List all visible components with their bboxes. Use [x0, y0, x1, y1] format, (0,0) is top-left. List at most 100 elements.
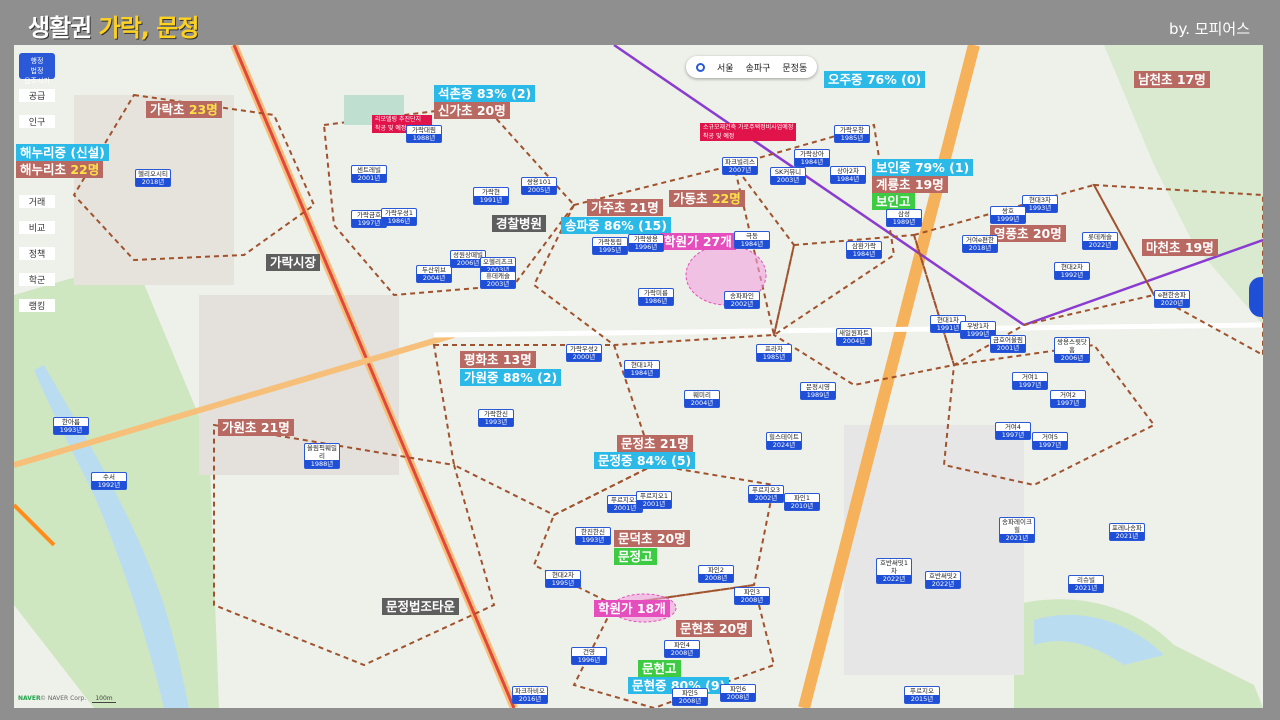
apt-year: 1997년 — [1033, 441, 1067, 449]
apartment-marker[interactable]: 휴데캐슬 2003년 — [480, 271, 516, 289]
apartment-marker[interactable]: 쌍호 1999년 — [990, 206, 1026, 224]
apartment-marker[interactable]: 파인3 2008년 — [734, 587, 770, 605]
side-ctrl-trade[interactable]: 거래 — [19, 195, 55, 208]
apartment-marker[interactable]: 호반써밋2 2022년 — [925, 571, 961, 589]
apartment-marker[interactable]: 파크빌리스 2007년 — [722, 157, 758, 175]
apartment-marker[interactable]: e편한송파 2020년 — [1154, 290, 1190, 308]
apartment-marker[interactable]: 리슈빌 2021년 — [1068, 575, 1104, 593]
map-type-toggle[interactable]: 행정 법정 읍주시기 — [19, 53, 55, 85]
location-target-icon[interactable] — [696, 62, 705, 72]
apartment-marker[interactable]: 거여4 1997년 — [995, 422, 1031, 440]
apt-name: 훼미리 — [693, 391, 711, 399]
apartment-marker[interactable]: 파인5 2008년 — [672, 688, 708, 706]
apartment-marker[interactable]: 상아2차 1984년 — [830, 166, 866, 184]
apartment-marker[interactable]: 푸르지오1 2001년 — [636, 491, 672, 509]
label-garak-market: 가락시장 — [266, 254, 321, 271]
apartment-marker[interactable]: 한진한신 1993년 — [575, 527, 611, 545]
apartment-marker[interactable]: 가락상아 1984년 — [794, 149, 830, 167]
map-canvas[interactable]: 행정 법정 읍주시기 공급 인구 거래 비교 정책 학군 랭킹 서울 송파구 문… — [14, 45, 1263, 708]
label-boin-high: 보인고 — [872, 193, 915, 210]
apartment-marker[interactable]: 새일원파트 2004년 — [836, 328, 872, 346]
breadcrumb-dong[interactable]: 문정동 — [782, 61, 807, 74]
apartment-marker[interactable]: 힐스테이트 2024년 — [766, 432, 802, 450]
apartment-marker[interactable]: 거여1 1997년 — [1012, 372, 1048, 390]
apt-year: 2024년 — [767, 441, 801, 449]
apartment-marker[interactable]: 푸르지오3 2002년 — [748, 485, 784, 503]
apt-year: 2010년 — [785, 502, 819, 510]
apartment-marker[interactable]: 쌍용스윗닷홈 2006년 — [1054, 337, 1090, 363]
apt-name: 오헬리츠크 — [483, 258, 513, 266]
garak-elem-count: 23명 — [188, 102, 218, 117]
apt-year: 2008년 — [721, 693, 755, 701]
apt-year: 2003년 — [771, 176, 805, 184]
apartment-marker[interactable]: 현대2차 1992년 — [1054, 262, 1090, 280]
location-button-icon[interactable] — [1249, 277, 1263, 317]
apartment-marker[interactable]: 프라자 1985년 — [756, 344, 792, 362]
apartment-marker[interactable]: 극동 1984년 — [734, 231, 770, 249]
apartment-marker[interactable]: 가락한신 1993년 — [478, 409, 514, 427]
side-ctrl-policy[interactable]: 정책 — [19, 247, 55, 260]
label-academy-18: 학원가 18개 — [594, 600, 670, 617]
apartment-marker[interactable]: 호반써밋1차 2022년 — [876, 558, 912, 584]
apartment-marker[interactable]: 수서 1992년 — [91, 472, 127, 490]
apartment-marker[interactable]: 한아름 1993년 — [53, 417, 89, 435]
apartment-marker[interactable]: 파인6 2008년 — [720, 684, 756, 702]
apartment-marker[interactable]: 현대2차 1995년 — [545, 570, 581, 588]
apartment-marker[interactable]: SK커뮤니 2003년 — [770, 167, 806, 185]
apartment-marker[interactable]: 가락우성1 1986년 — [381, 208, 417, 226]
label-gyeryong-elementary: 계룡초 19명 — [872, 176, 948, 193]
apartment-marker[interactable]: 송파파인 2002년 — [724, 291, 760, 309]
apartment-marker[interactable]: 삼성 1989년 — [886, 209, 922, 227]
apartment-marker[interactable]: 가락미륭 1986년 — [638, 288, 674, 306]
apartment-marker[interactable]: 현대1차 1984년 — [624, 360, 660, 378]
apt-name: 삼성 — [898, 210, 910, 218]
apartment-marker[interactable]: 거여e편한 2018년 — [962, 235, 998, 253]
apartment-marker[interactable]: 헬리오시티 2018년 — [135, 169, 171, 187]
apartment-marker[interactable]: 금호어울림 2001년 — [990, 335, 1026, 353]
apartment-marker[interactable]: 두산위브 2004년 — [416, 265, 452, 283]
apt-name: 호반써밋1차 — [879, 559, 909, 575]
apt-name: 한아름 — [62, 418, 80, 426]
region-breadcrumb[interactable]: 서울 송파구 문정동 — [686, 56, 818, 78]
breadcrumb-district[interactable]: 송파구 — [746, 61, 771, 74]
apartment-marker[interactable]: 훼미리 2004년 — [684, 390, 720, 408]
apartment-marker[interactable]: 가락동립 1995년 — [592, 237, 628, 255]
label-academy-27: 학원가 27개 — [660, 233, 736, 250]
apt-name: 가락쌍용 — [634, 235, 658, 243]
apartment-marker[interactable]: 가락우창 1985년 — [834, 125, 870, 143]
byline: by. 모피어스 — [1169, 20, 1250, 38]
apartment-marker[interactable]: 파인2 2008년 — [698, 565, 734, 583]
apartment-marker[interactable]: 파인1 2010년 — [784, 493, 820, 511]
side-ctrl-population[interactable]: 인구 — [19, 115, 55, 128]
apartment-marker[interactable]: 거여5 1997년 — [1032, 432, 1068, 450]
side-ctrl-school[interactable]: 학군 — [19, 273, 55, 286]
apartment-marker[interactable]: 삼환가락 1984년 — [846, 241, 882, 259]
apartment-marker[interactable]: 가락우성2 2000년 — [566, 344, 602, 362]
apartment-marker[interactable]: 건영 1996년 — [571, 647, 607, 665]
apartment-marker[interactable]: 푸르지오 2015년 — [904, 686, 940, 704]
apartment-marker[interactable]: 쌍용101 2005년 — [521, 177, 557, 195]
apt-name: 파크빌리스 — [725, 158, 755, 166]
side-ctrl-supply[interactable]: 공급 — [19, 89, 55, 102]
apt-name: 파인1 — [793, 494, 811, 502]
apartment-marker[interactable]: 거여2 1997년 — [1050, 390, 1086, 408]
breadcrumb-city[interactable]: 서울 — [717, 61, 734, 74]
apartment-marker[interactable]: 센트레빌 2001년 — [351, 165, 387, 183]
apartment-marker[interactable]: 문정시영 1989년 — [800, 382, 836, 400]
apartment-marker[interactable]: 올림픽훼밀리 1988년 — [304, 443, 340, 469]
apartment-marker[interactable]: 파크하비오 2016년 — [512, 686, 548, 704]
apt-name: 문정시영 — [806, 383, 830, 391]
side-ctrl-ranking[interactable]: 랭킹 — [19, 299, 55, 312]
apartment-marker[interactable]: 가락쌍용 1996년 — [628, 234, 664, 252]
side-ctrl-compare[interactable]: 비교 — [19, 221, 55, 234]
apartment-marker[interactable]: 롯데캐슬 2022년 — [1082, 232, 1118, 250]
apartment-marker[interactable]: 파인4 2008년 — [664, 640, 700, 658]
apt-year: 1992년 — [1055, 271, 1089, 279]
apartment-marker[interactable]: 포레나송파 2021년 — [1109, 523, 1145, 541]
apartment-marker[interactable]: 가락현 1991년 — [473, 187, 509, 205]
apartment-marker[interactable]: 송파레이크힐 2021년 — [999, 517, 1035, 543]
apartment-marker[interactable]: 가락대림 1988년 — [406, 125, 442, 143]
apt-name: 파인4 — [673, 641, 691, 649]
apt-year: 1992년 — [92, 481, 126, 489]
apartment-marker[interactable]: 현대3차 1993년 — [1022, 195, 1058, 213]
